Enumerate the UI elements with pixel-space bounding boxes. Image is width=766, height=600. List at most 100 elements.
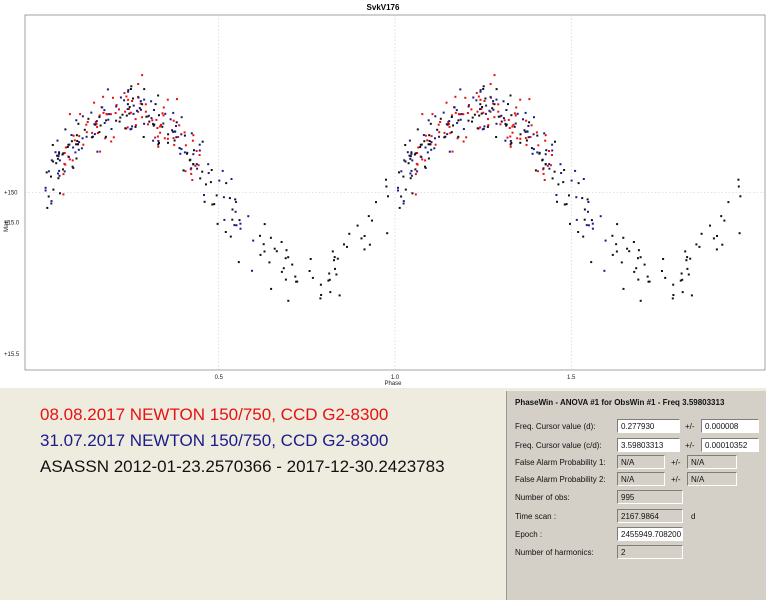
data-point-series-1: [456, 122, 459, 124]
data-point-series-2: [336, 257, 339, 260]
data-point-series-1: [475, 99, 478, 102]
data-point-series-1: [574, 169, 577, 172]
data-point-series-0: [109, 113, 112, 116]
data-point-series-1: [218, 179, 221, 182]
data-point-series-1: [434, 115, 437, 118]
data-point-series-0: [421, 113, 424, 116]
data-point-series-2: [672, 294, 675, 296]
data-point-series-2: [480, 112, 483, 115]
data-point-series-1: [585, 224, 588, 227]
number-obs-row: Number of obs: 995: [507, 490, 766, 507]
data-point-series-1: [132, 104, 135, 107]
data-point-series-0: [414, 173, 417, 176]
data-point-series-2: [273, 247, 276, 250]
harmonics-label: Number of harmonics:: [515, 548, 594, 557]
data-point-series-2: [148, 120, 151, 123]
data-point-series-1: [587, 210, 589, 213]
phasewin-panel: PhaseWin - ANOVA #1 for ObsWin #1 - Freq…: [506, 391, 766, 600]
x-axis-label: Phase: [384, 381, 402, 387]
data-point-series-0: [192, 134, 195, 137]
data-point-series-0: [466, 112, 469, 114]
data-point-series-2: [262, 243, 265, 246]
data-point-series-0: [493, 74, 496, 77]
data-point-series-2: [500, 120, 503, 123]
data-point-series-0: [78, 135, 81, 138]
data-point-series-1: [131, 125, 134, 128]
data-point-series-2: [134, 125, 137, 128]
data-point-series-1: [106, 88, 109, 91]
data-point-series-0: [551, 154, 553, 156]
data-point-series-0: [195, 150, 198, 152]
data-point-series-2: [410, 151, 413, 154]
freq-cursor-d-error-field[interactable]: 0.000008: [701, 419, 759, 433]
data-point-series-1: [434, 137, 436, 140]
data-point-series-0: [184, 144, 187, 147]
data-point-series-2: [211, 203, 214, 206]
data-point-series-2: [398, 171, 400, 174]
data-point-series-0: [542, 172, 545, 175]
data-point-series-2: [690, 294, 693, 297]
data-point-series-2: [709, 224, 711, 227]
data-point-series-1: [410, 169, 413, 172]
data-point-series-2: [639, 256, 642, 259]
data-point-series-1: [252, 239, 255, 242]
epoch-field[interactable]: 2455949.708200: [617, 527, 683, 541]
data-point-series-1: [587, 224, 590, 227]
freq-cursor-d-field[interactable]: 0.277930: [617, 419, 680, 433]
data-point-series-2: [727, 201, 730, 204]
data-point-series-1: [548, 167, 551, 170]
data-point-series-0: [71, 159, 74, 162]
data-point-series-1: [446, 133, 449, 136]
data-point-series-2: [56, 157, 59, 160]
data-point-series-1: [575, 218, 578, 221]
data-point-series-2: [284, 278, 287, 281]
data-point-series-2: [400, 195, 403, 198]
legend-entry-asassn: ASASSN 2012-01-23.2570366 - 2017-12-30.2…: [40, 457, 445, 476]
data-point-series-2: [637, 278, 640, 281]
data-point-series-2: [237, 261, 240, 264]
data-point-series-2: [201, 140, 204, 143]
data-point-series-1: [230, 178, 233, 180]
data-point-series-2: [99, 124, 102, 127]
data-point-series-0: [417, 146, 420, 149]
data-point-series-2: [615, 250, 618, 253]
data-point-series-2: [126, 103, 129, 106]
freq-cursor-cd-field[interactable]: 3.59803313: [617, 438, 680, 452]
data-point-series-2: [210, 169, 213, 171]
data-point-series-1: [459, 118, 462, 121]
y-tick-label: +15.5: [4, 352, 20, 358]
legend-entry-newton-08-08: 08.08.2017 NEWTON 150/750, CCD G2-8300: [40, 405, 389, 424]
data-point-series-2: [59, 192, 61, 195]
data-point-series-1: [532, 133, 535, 136]
data-point-series-0: [516, 137, 519, 140]
data-point-series-0: [431, 113, 434, 116]
data-point-series-1: [58, 174, 61, 177]
data-point-series-1: [150, 100, 153, 103]
data-point-series-1: [459, 88, 462, 91]
data-point-series-2: [510, 114, 513, 117]
data-point-series-0: [479, 98, 482, 101]
data-point-series-1: [542, 167, 545, 170]
data-point-series-1: [531, 152, 534, 155]
harmonics-row: Number of harmonics: 2: [507, 545, 766, 562]
data-point-series-1: [180, 133, 183, 136]
data-point-series-2: [525, 139, 528, 142]
data-point-series-0: [158, 125, 161, 128]
data-point-series-2: [507, 103, 509, 106]
data-point-series-1: [526, 130, 529, 133]
data-point-series-2: [129, 88, 132, 90]
data-point-series-0: [511, 125, 514, 128]
data-point-series-2: [687, 273, 690, 276]
data-point-series-1: [502, 100, 505, 103]
data-point-series-2: [338, 294, 341, 297]
data-point-series-2: [545, 149, 548, 152]
freq-cursor-cd-error-field[interactable]: 0.00010352: [701, 438, 759, 452]
data-point-series-0: [509, 145, 512, 148]
data-point-series-1: [183, 151, 186, 154]
data-point-series-1: [402, 200, 405, 203]
data-point-series-0: [110, 140, 113, 143]
data-point-series-2: [407, 162, 410, 165]
data-point-series-2: [77, 122, 80, 125]
data-point-series-1: [152, 139, 155, 142]
plot-title: SvkV176: [367, 3, 400, 12]
